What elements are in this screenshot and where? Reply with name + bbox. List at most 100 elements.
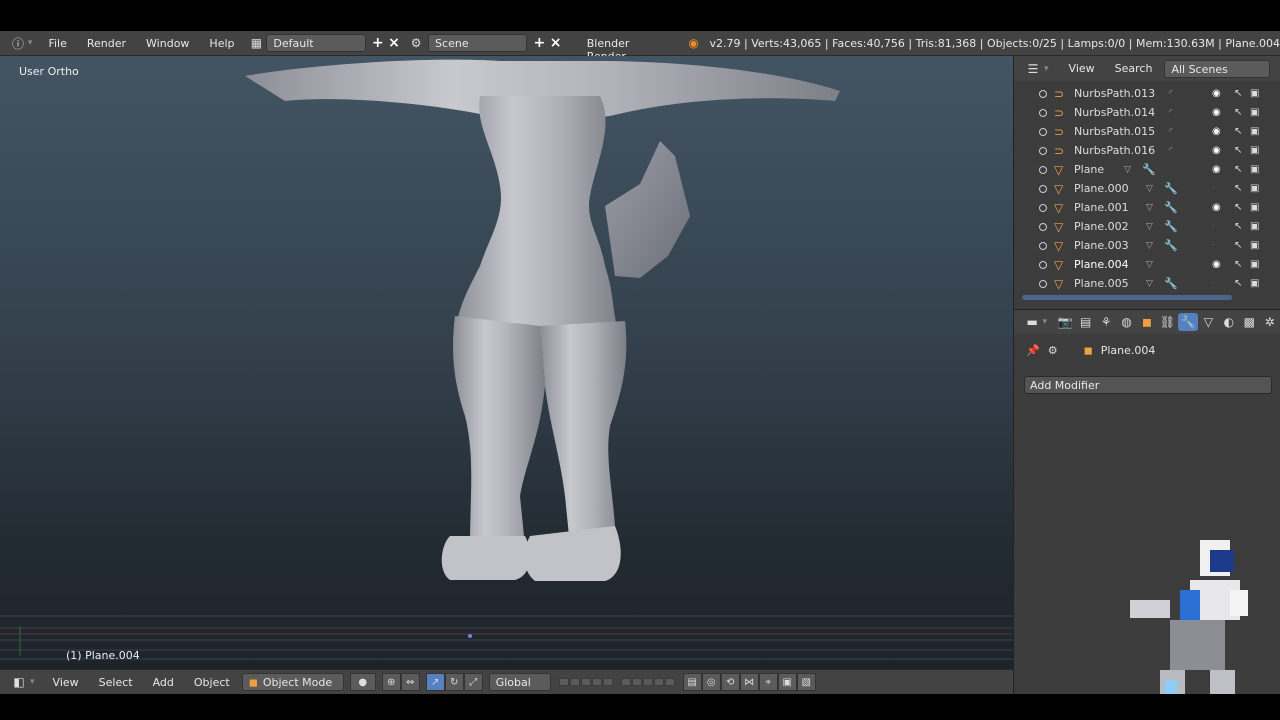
render-tab-icon[interactable]: 📷 <box>1055 313 1075 331</box>
render-engine-select[interactable]: Blender Render <box>579 34 672 63</box>
particles-tab-icon[interactable]: ✲ <box>1260 313 1280 331</box>
outliner-row[interactable]: ⊃ NurbsPath.013 ◜ ◉ ↖ ▣ <box>1014 84 1280 103</box>
expand-icon[interactable] <box>1039 165 1047 174</box>
eye-icon[interactable]: ◉ <box>1212 145 1221 156</box>
cursor-icon[interactable]: ↖ <box>1234 202 1242 213</box>
add-layout-button[interactable]: + <box>370 34 386 52</box>
layers-group-2[interactable] <box>620 678 675 686</box>
eye-icon[interactable]: ◉ <box>1212 259 1221 270</box>
outliner-menu-search[interactable]: Search <box>1105 62 1163 75</box>
outliner-row[interactable]: ⊃ NurbsPath.015 ◜ ◉ ↖ ▣ <box>1014 122 1280 141</box>
outliner-row[interactable]: ▽ Plane.003 ▽ 🔧 · ↖ ▣ <box>1014 236 1280 255</box>
layers-group[interactable] <box>558 678 613 686</box>
outliner-item-name[interactable]: Plane.003 <box>1074 239 1129 252</box>
delete-scene-button[interactable]: × <box>547 34 563 52</box>
menu-select[interactable]: Select <box>89 676 143 689</box>
mode-select[interactable]: ◼ Object Mode <box>241 673 344 691</box>
outliner-row-selected[interactable]: ▽ Plane.004 ▽ ◉ ↖ ▣ <box>1014 255 1280 274</box>
snap-element-icon[interactable]: ⋈ <box>739 673 759 691</box>
cursor-icon[interactable]: ↖ <box>1234 145 1242 156</box>
expand-icon[interactable] <box>1039 89 1047 98</box>
render-anim-icon[interactable]: ▧ <box>796 673 816 691</box>
outliner-item-name[interactable]: Plane <box>1074 163 1104 176</box>
manipulator-toggle-icon[interactable]: ⇔ <box>400 673 420 691</box>
constraints-tab-icon[interactable]: ⛓ <box>1157 313 1177 331</box>
eye-icon[interactable]: ◉ <box>1212 202 1221 213</box>
outliner-list[interactable]: ⊃ NurbsPath.013 ◜ ◉ ↖ ▣ ⊃ NurbsPath.014 … <box>1013 81 1280 309</box>
eye-hidden-icon[interactable]: · <box>1212 221 1215 232</box>
outliner-item-name[interactable]: NurbsPath.014 <box>1074 106 1155 119</box>
cursor-icon[interactable]: ↖ <box>1234 240 1242 251</box>
outliner-row[interactable]: ▽ Plane ▽ 🔧 ◉ ↖ ▣ <box>1014 160 1280 179</box>
snap-target-icon[interactable]: ⌖ <box>758 673 778 691</box>
menu-window[interactable]: Window <box>136 37 199 50</box>
data-tab-icon[interactable]: ▽ <box>1198 313 1218 331</box>
render-layers-tab-icon[interactable]: ▤ <box>1075 313 1095 331</box>
pin-icon[interactable]: 📌 <box>1026 344 1040 357</box>
object-tab-icon[interactable]: ◼ <box>1137 313 1157 331</box>
expand-icon[interactable] <box>1039 127 1047 136</box>
render-image-icon[interactable]: ▣ <box>777 673 797 691</box>
add-modifier-dropdown[interactable]: Add Modifier <box>1024 376 1272 394</box>
material-tab-icon[interactable]: ◐ <box>1219 313 1239 331</box>
eye-hidden-icon[interactable]: · <box>1212 183 1215 194</box>
layout-field[interactable]: Default <box>266 34 366 52</box>
menu-object[interactable]: Object <box>184 676 240 689</box>
camera-icon[interactable]: ▣ <box>1250 107 1259 118</box>
modifiers-tab-icon[interactable]: 🔧 <box>1177 313 1199 331</box>
camera-icon[interactable]: ▣ <box>1250 126 1259 137</box>
expand-icon[interactable] <box>1039 279 1047 288</box>
eye-icon[interactable]: ◉ <box>1212 126 1221 137</box>
cursor-icon[interactable]: ↖ <box>1234 88 1242 99</box>
shading-icon[interactable]: ● <box>349 673 376 691</box>
properties-editor-icon[interactable]: ▬ <box>1022 313 1042 331</box>
outliner-row[interactable]: ▽ Plane.005 ▽ 🔧 · ↖ ▣ <box>1014 274 1280 293</box>
editor-type-icon[interactable]: ◧ <box>8 673 30 691</box>
outliner-item-name[interactable]: Plane.000 <box>1074 182 1129 195</box>
camera-icon[interactable]: ▣ <box>1250 164 1259 175</box>
eye-hidden-icon[interactable]: · <box>1212 240 1215 251</box>
outliner-item-name[interactable]: NurbsPath.015 <box>1074 125 1155 138</box>
snap-icon[interactable]: ⟲ <box>720 673 740 691</box>
cursor-icon[interactable]: ↖ <box>1234 164 1242 175</box>
cursor-icon[interactable]: ↖ <box>1234 126 1242 137</box>
menu-view[interactable]: View <box>43 676 89 689</box>
scene-icon[interactable]: ⚙ <box>406 34 426 52</box>
orientation-select[interactable]: Global <box>488 673 551 691</box>
outliner-item-name[interactable]: Plane.001 <box>1074 201 1129 214</box>
outliner-scrollbar[interactable] <box>1022 295 1232 300</box>
outliner-row[interactable]: ⊃ NurbsPath.014 ◜ ◉ ↖ ▣ <box>1014 103 1280 122</box>
expand-icon[interactable] <box>1039 241 1047 250</box>
outliner-row[interactable]: ▽ Plane.002 ▽ 🔧 · ↖ ▣ <box>1014 217 1280 236</box>
menu-render[interactable]: Render <box>77 37 136 50</box>
outliner-editor-icon[interactable]: ☰ <box>1022 60 1044 78</box>
3d-viewport[interactable]: User Ortho (1) Plane.004 <box>0 56 1013 669</box>
rotate-icon[interactable]: ↻ <box>444 673 464 691</box>
outliner-row[interactable]: ⊃ NurbsPath.016 ◜ ◉ ↖ ▣ <box>1014 141 1280 160</box>
outliner-item-name[interactable]: Plane.005 <box>1074 277 1129 290</box>
cursor-icon[interactable]: ↖ <box>1234 183 1242 194</box>
cursor-icon[interactable]: ↖ <box>1234 278 1242 289</box>
translate-icon[interactable]: ↗ <box>425 673 445 691</box>
texture-tab-icon[interactable]: ▩ <box>1239 313 1259 331</box>
camera-icon[interactable]: ▣ <box>1250 221 1259 232</box>
cursor-icon[interactable]: ↖ <box>1234 259 1242 270</box>
outliner-item-name[interactable]: Plane.004 <box>1074 258 1129 271</box>
delete-layout-button[interactable]: × <box>386 34 402 52</box>
character-model[interactable] <box>0 56 1013 669</box>
expand-icon[interactable] <box>1039 184 1047 193</box>
camera-icon[interactable]: ▣ <box>1250 240 1259 251</box>
screen-layout-icon[interactable]: ▦ <box>247 34 267 52</box>
scene-tab-icon[interactable]: ⚘ <box>1096 313 1116 331</box>
add-scene-button[interactable]: + <box>531 34 547 52</box>
menu-help[interactable]: Help <box>199 37 244 50</box>
eye-icon[interactable]: ◉ <box>1212 107 1221 118</box>
outliner-row[interactable]: ▽ Plane.001 ▽ 🔧 ◉ ↖ ▣ <box>1014 198 1280 217</box>
outliner-item-name[interactable]: NurbsPath.013 <box>1074 87 1155 100</box>
expand-icon[interactable] <box>1039 108 1047 117</box>
scale-icon[interactable]: ⤢ <box>463 673 483 691</box>
camera-icon[interactable]: ▣ <box>1250 259 1259 270</box>
outliner-item-name[interactable]: NurbsPath.016 <box>1074 144 1155 157</box>
cursor-icon[interactable]: ↖ <box>1234 107 1242 118</box>
eye-icon[interactable]: ◉ <box>1212 88 1221 99</box>
